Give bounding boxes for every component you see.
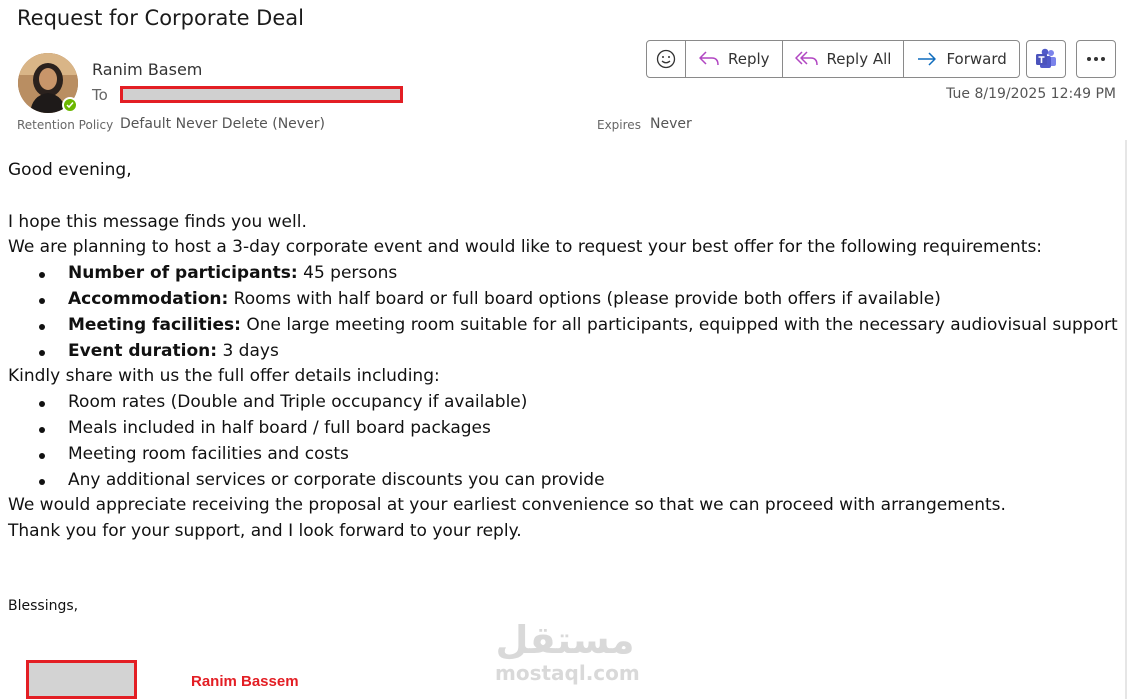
list-item: Number of participants: 45 persons <box>8 261 1118 287</box>
reply-icon <box>699 51 719 66</box>
forward-icon <box>918 52 937 66</box>
expires-value: Never <box>650 116 692 132</box>
watermark: مستقل mostaql.com <box>495 618 640 685</box>
email-subject: Request for Corporate Deal <box>17 6 304 30</box>
expires-label: Expires <box>597 118 641 132</box>
list-item: Event duration: 3 days <box>8 339 1118 365</box>
teams-icon <box>1036 48 1056 68</box>
signature-name: Ranim Bassem <box>191 673 299 690</box>
details-list: Room rates (Double and Triple occupancy … <box>8 390 1118 493</box>
greeting: Good evening, <box>8 160 132 180</box>
closing-line-2: Thank you for your support, and I look f… <box>8 521 522 542</box>
forward-button[interactable]: Forward <box>904 41 1018 77</box>
list-item: Accommodation: Rooms with half board or … <box>8 287 1118 313</box>
redacted-recipient <box>120 86 403 103</box>
reply-all-icon <box>794 51 818 66</box>
closing-line-1: We would appreciate receiving the propos… <box>8 495 1006 516</box>
forward-label: Forward <box>946 50 1007 68</box>
list-item: Any additional services or corporate dis… <box>8 468 1118 494</box>
watermark-latin: mostaql.com <box>495 661 640 685</box>
sign-off: Blessings, <box>8 598 79 614</box>
list-item: Meals included in half board / full boar… <box>8 416 1118 442</box>
retention-policy-value: Default Never Delete (Never) <box>120 116 325 132</box>
list-item: Meeting room facilities and costs <box>8 442 1118 468</box>
ellipsis-icon <box>1087 57 1105 61</box>
reply-label: Reply <box>728 50 770 68</box>
reply-all-label: Reply All <box>826 50 892 68</box>
email-date: Tue 8/19/2025 12:49 PM <box>946 86 1116 102</box>
list-item: Room rates (Double and Triple occupancy … <box>8 390 1118 416</box>
intro-line-1: I hope this message finds you well. <box>8 211 307 232</box>
reply-all-button[interactable]: Reply All <box>783 41 905 77</box>
more-actions-button[interactable] <box>1076 40 1116 78</box>
reply-button[interactable]: Reply <box>686 41 783 77</box>
smiley-icon <box>656 49 676 69</box>
reaction-button[interactable] <box>647 41 686 77</box>
presence-available-icon <box>62 97 78 113</box>
to-label: To <box>92 86 108 104</box>
intro-line-2: We are planning to host a 3-day corporat… <box>8 237 1043 258</box>
retention-policy-label: Retention Policy <box>17 118 114 132</box>
teams-button[interactable] <box>1026 40 1066 78</box>
watermark-arabic: مستقل <box>495 618 635 662</box>
redacted-signature-image <box>26 660 137 699</box>
sender-name[interactable]: Ranim Basem <box>92 60 202 79</box>
requirements-list: Number of participants: 45 persons Accom… <box>8 261 1118 364</box>
list-item: Meeting facilities: One large meeting ro… <box>8 313 1118 339</box>
details-intro: Kindly share with us the full offer deta… <box>8 366 440 387</box>
reply-toolbar: Reply Reply All Forward <box>646 40 1020 78</box>
email-body: Good evening, I hope this message finds … <box>8 158 1118 545</box>
